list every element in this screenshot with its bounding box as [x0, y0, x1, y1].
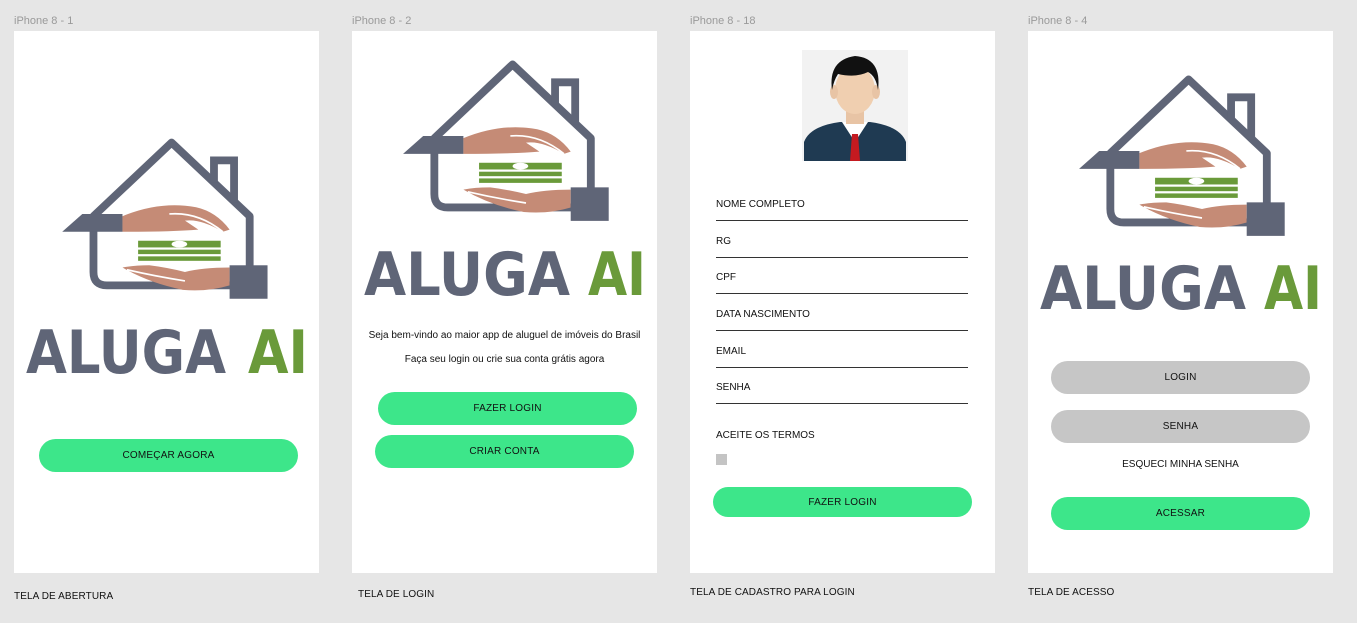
password-input[interactable]: SENHA	[1051, 410, 1310, 443]
signup-screen: NOME COMPLETO RG CPF DATA NASCIMENTO EMA…	[690, 31, 995, 573]
frame-title: iPhone 8 - 1	[14, 15, 74, 27]
login-button[interactable]: FAZER LOGIN	[378, 392, 637, 425]
field-label: RG	[716, 236, 731, 247]
login-screen: ALUGA AI Seja bem-vindo ao maior app de …	[352, 31, 657, 573]
birthdate-field[interactable]: DATA NASCIMENTO	[716, 309, 968, 331]
wordmark-ai: AI	[588, 243, 646, 303]
access-button[interactable]: ACESSAR	[1051, 497, 1310, 530]
login-button[interactable]: FAZER LOGIN	[713, 487, 972, 517]
app-wordmark: ALUGA AI	[26, 321, 308, 381]
opening-screen: ALUGA AI COMEÇAR AGORA	[14, 31, 319, 573]
frame-title: iPhone 8 - 2	[352, 15, 412, 27]
subtitle-text: Faça seu login ou crie sua conta grátis …	[404, 354, 605, 365]
house-logo-icon	[1073, 66, 1293, 256]
login-input[interactable]: LOGIN	[1051, 361, 1310, 394]
wordmark-aluga: ALUGA	[1040, 257, 1247, 317]
terms-label: ACEITE OS TERMOS	[716, 430, 815, 441]
wordmark-ai: AI	[1264, 257, 1322, 317]
house-logo-icon	[60, 129, 272, 319]
wordmark-aluga: ALUGA	[26, 321, 226, 381]
start-now-button[interactable]: COMEÇAR AGORA	[39, 439, 298, 472]
wordmark-aluga: ALUGA	[364, 243, 571, 303]
avatar-icon[interactable]	[802, 50, 908, 161]
field-label: NOME COMPLETO	[716, 199, 805, 210]
app-wordmark: ALUGA AI	[364, 243, 646, 303]
cpf-field[interactable]: CPF	[716, 272, 968, 294]
field-label: EMAIL	[716, 346, 747, 357]
frame-caption: TELA DE CADASTRO PARA LOGIN	[690, 587, 855, 598]
frame-caption: TELA DE ACESSO	[1028, 587, 1115, 598]
forgot-password-link[interactable]: ESQUECI MINHA SENHA	[1028, 459, 1333, 470]
app-wordmark: ALUGA AI	[1040, 257, 1322, 317]
create-account-button[interactable]: CRIAR CONTA	[375, 435, 634, 468]
welcome-text: Seja bem-vindo ao maior app de aluguel d…	[368, 330, 641, 341]
field-label: CPF	[716, 272, 736, 283]
terms-checkbox[interactable]	[716, 454, 727, 465]
rg-field[interactable]: RG	[716, 236, 968, 258]
frame-caption: TELA DE LOGIN	[358, 589, 435, 600]
frame-caption: TELA DE ABERTURA	[14, 591, 114, 602]
frame-title: iPhone 8 - 18	[690, 15, 756, 27]
field-label: DATA NASCIMENTO	[716, 309, 810, 320]
field-label: SENHA	[716, 382, 751, 393]
email-field[interactable]: EMAIL	[716, 346, 968, 368]
house-logo-icon	[397, 51, 617, 241]
access-screen: ALUGA AI LOGIN SENHA ESQUECI MINHA SENHA…	[1028, 31, 1333, 573]
full-name-field[interactable]: NOME COMPLETO	[716, 199, 968, 221]
frame-title: iPhone 8 - 4	[1028, 15, 1088, 27]
password-field[interactable]: SENHA	[716, 382, 968, 404]
wordmark-ai: AI	[248, 321, 308, 381]
